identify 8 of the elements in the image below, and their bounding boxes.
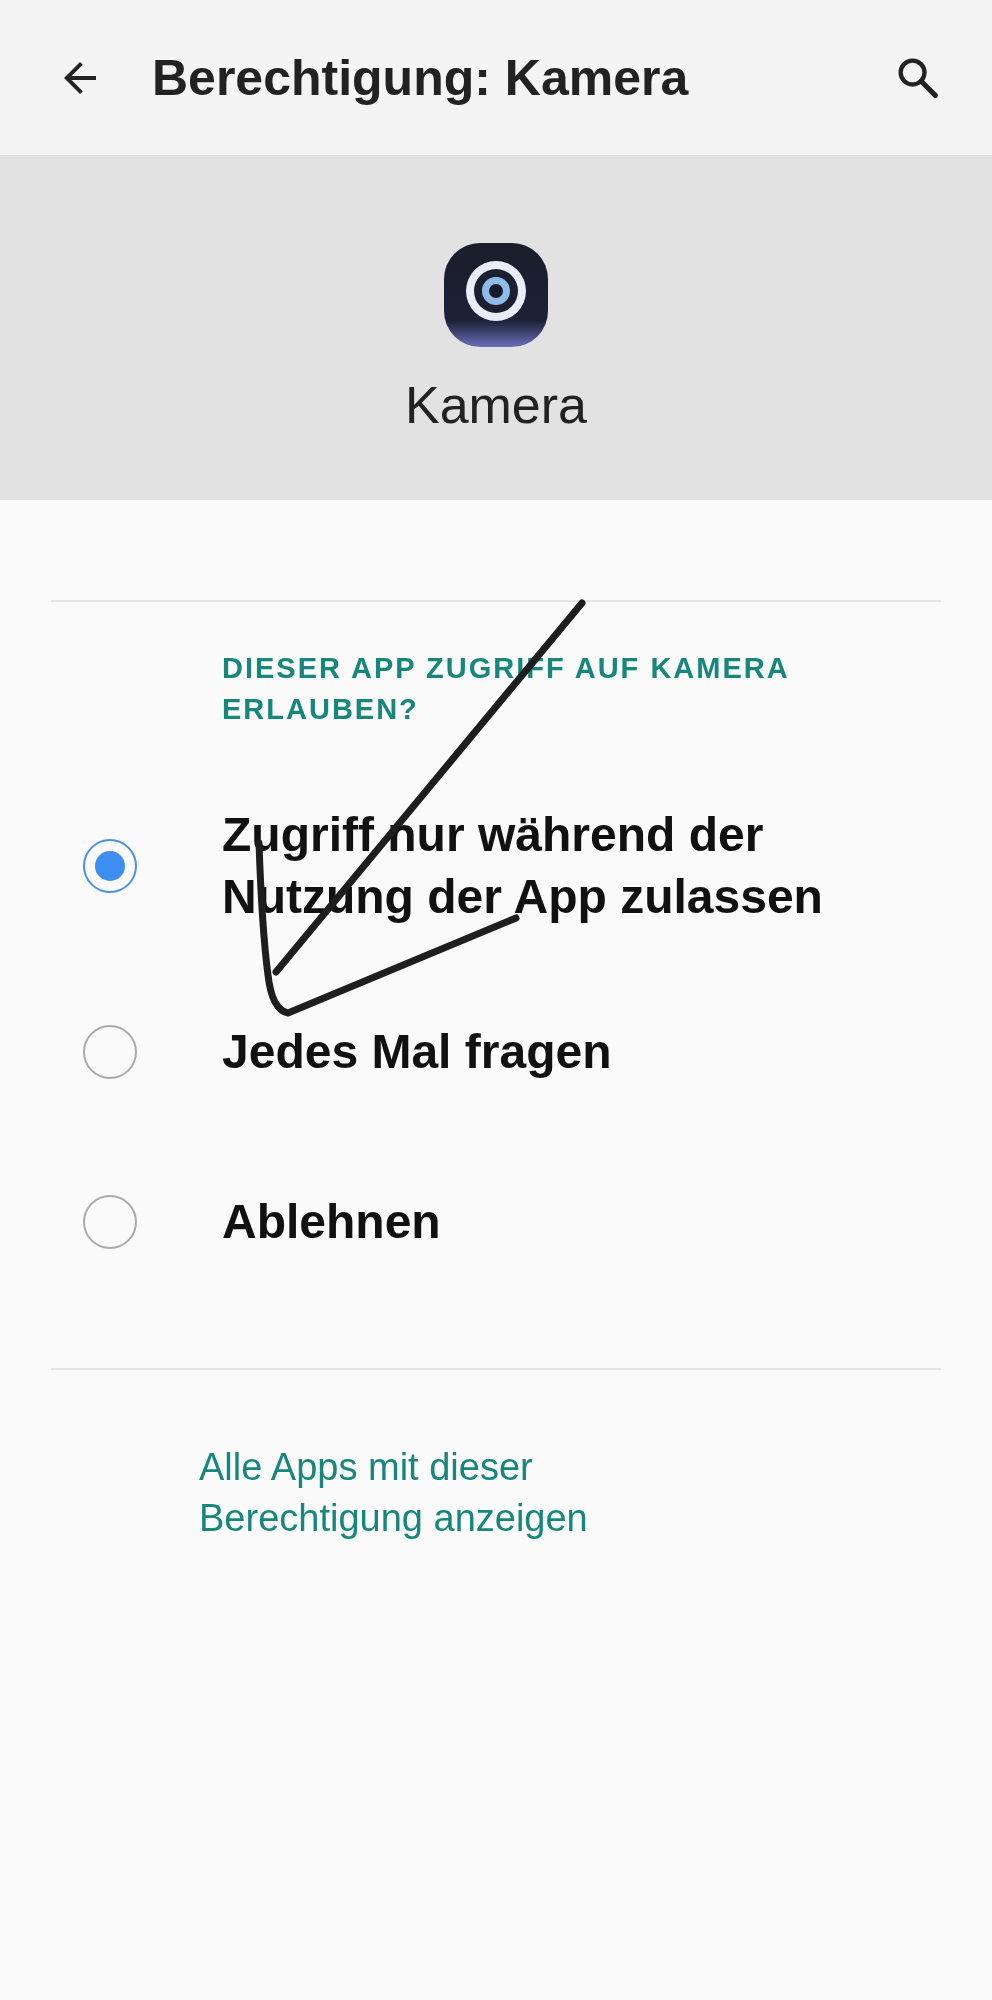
option-label[interactable]: Jedes Mal fragen [222,1021,612,1083]
radio-button[interactable] [83,1195,137,1249]
option-label[interactable]: Ablehnen [222,1191,441,1253]
app-name: Kamera [404,374,588,435]
radio-button[interactable] [83,1025,137,1079]
radio-button[interactable] [83,839,137,893]
window-title: Berechtigung: Kamera [152,48,690,107]
all-apps-link[interactable]: Alle Apps mit dieser Berechtigung anzeigen [199,1442,659,1544]
